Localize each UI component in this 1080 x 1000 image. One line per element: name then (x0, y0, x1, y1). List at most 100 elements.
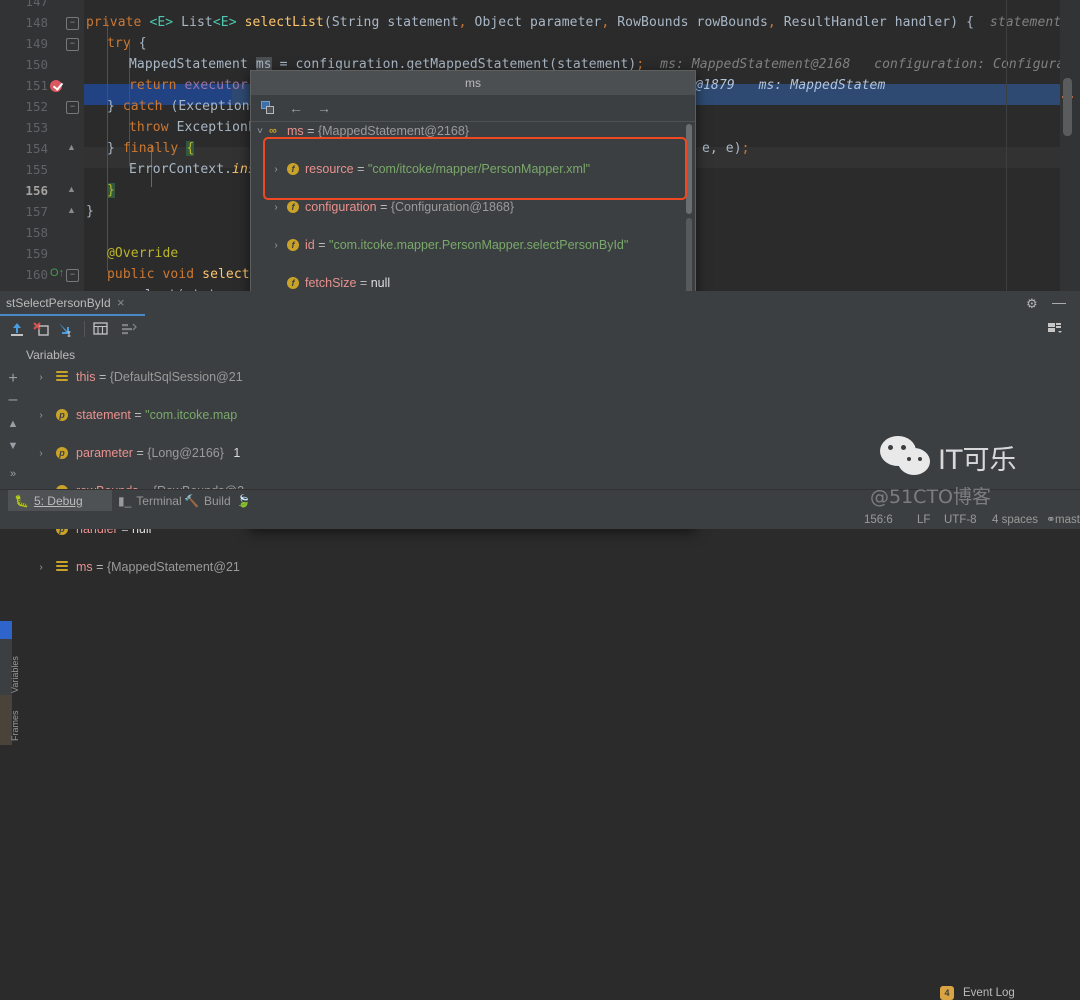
override-marker-icon[interactable]: O↑ (50, 268, 64, 279)
side-tab-frames[interactable]: Frames (0, 695, 20, 745)
editor-scrollbar-thumb[interactable] (1063, 78, 1072, 136)
variable-ref: {Long@2166} (147, 446, 224, 460)
chevron-down-icon[interactable]: ˅ (255, 122, 265, 141)
variable-value: "com.itcoke.mapper.PersonMapper.selectPe… (329, 238, 629, 252)
settings-gear-icon[interactable]: ⚙ (1026, 296, 1038, 312)
equals-sign: = (318, 238, 326, 252)
line-separator[interactable]: LF (917, 511, 930, 529)
code-line-159[interactable]: @Override (107, 243, 178, 264)
tool-tab-spring[interactable]: 🍃 (236, 490, 251, 512)
line-number: 160 (25, 267, 48, 282)
indent-setting[interactable]: 4 spaces (992, 511, 1038, 529)
toolbar-separator (84, 321, 85, 337)
back-arrow-icon[interactable]: ← (287, 100, 305, 116)
code-line-155[interactable]: ErrorContext.inst (129, 159, 264, 180)
tool-tab-build[interactable]: 🔨 Build (178, 490, 231, 512)
side-tab-active-marker[interactable] (0, 621, 12, 639)
popup-toolbar[interactable]: ← → (251, 95, 695, 122)
variable-name: id (305, 238, 315, 252)
tree-row[interactable]: › f configuration = {Configuration@1868} (251, 198, 695, 217)
event-log-button[interactable]: Event Log (963, 987, 1015, 999)
code-line-154-tail[interactable]: e, e); (702, 138, 750, 159)
caret-position[interactable]: 156:6 (864, 511, 893, 529)
hide-panel-icon[interactable]: — (1052, 294, 1066, 310)
step-out-icon[interactable] (8, 320, 26, 338)
variable-name: this (76, 370, 96, 384)
tool-window-bar[interactable]: 🐛 5: Debug ▮_ Terminal 🔨 Build 🍃 4 Event Lo… (0, 489, 1080, 1000)
tree-row[interactable]: › f resource = "com/itcoke/mapper/Person… (251, 160, 695, 179)
forward-arrow-icon[interactable]: → (315, 100, 333, 116)
fold-marker-icon[interactable]: − (66, 38, 79, 51)
fold-marker-icon[interactable]: ▲ (66, 185, 77, 196)
chevron-right-icon[interactable]: › (36, 368, 46, 387)
editor-scrollbar-gutter[interactable] (1060, 0, 1080, 291)
variable-name: fetchSize (305, 276, 357, 290)
chevron-right-icon[interactable]: › (271, 236, 281, 255)
tool-tab-terminal[interactable]: ▮_ Terminal (112, 490, 182, 512)
variable-row[interactable]: › p parameter = {Long@2166} 1 (26, 444, 1080, 463)
tree-vertical-scrollbar[interactable] (686, 124, 692, 214)
git-branch[interactable]: master (1055, 511, 1080, 529)
tool-tab-label: 5: Debug (33, 494, 83, 508)
add-watch-button[interactable]: + (5, 371, 21, 387)
force-step-into-icon[interactable] (32, 320, 50, 338)
move-up-button[interactable]: ▲ (5, 416, 21, 432)
chevron-right-icon[interactable]: › (36, 406, 46, 425)
event-log-badge[interactable]: 4 (940, 986, 954, 1000)
variable-row[interactable]: › ms = {MappedStatement@21 (26, 558, 1080, 577)
equals-sign: = (96, 560, 104, 574)
code-line-154[interactable]: } finally { (107, 138, 195, 159)
tool-tab-label: Build (203, 494, 231, 508)
equals-sign: = (98, 370, 107, 384)
debug-session-tab-row[interactable]: stSelectPersonById × ⚙ — (0, 291, 1080, 317)
tool-tab-debug[interactable]: 🐛 5: Debug (8, 490, 112, 512)
tree-row[interactable]: › f id = "com.itcoke.mapper.PersonMapper… (251, 236, 695, 255)
local-variable-icon (56, 561, 68, 573)
code-line-148[interactable]: private <E> List<E> selectList(String st… (86, 12, 1080, 33)
code-line-160[interactable]: public void select(St (107, 264, 274, 285)
line-number-current: 156 (25, 183, 48, 198)
step-into-icon[interactable] (56, 320, 74, 338)
file-encoding[interactable]: UTF-8 (944, 511, 977, 529)
variable-name: ms (76, 560, 93, 574)
breakpoint-icon[interactable] (50, 80, 62, 92)
fold-marker-icon[interactable]: − (66, 17, 79, 30)
chevron-right-icon[interactable]: › (36, 444, 46, 463)
side-tab-label: Frames (10, 710, 20, 741)
debug-stepping-toolbar[interactable] (0, 316, 1080, 343)
variable-row[interactable]: › this = {DefaultSqlSession@21 (26, 368, 1080, 387)
chevron-right-icon[interactable]: › (271, 160, 281, 179)
code-line-151[interactable]: return executor.q (129, 75, 264, 96)
variable-name: ms (287, 124, 304, 138)
code-line-152[interactable]: } catch (Exception (107, 96, 250, 117)
line-number: 147 (25, 0, 48, 9)
chevron-right-icon[interactable]: › (271, 198, 281, 217)
fold-marker-icon[interactable]: − (66, 101, 79, 114)
fold-marker-icon[interactable]: ▲ (66, 206, 77, 217)
variables-tree[interactable]: › this = {DefaultSqlSession@21 › p state… (26, 368, 1080, 574)
status-bar[interactable]: 156:6 LF UTF-8 4 spaces ⚭ master (0, 511, 1080, 529)
code-line-156[interactable]: } (107, 180, 115, 201)
show-frames-icon[interactable] (120, 320, 138, 338)
fold-marker-icon[interactable]: − (66, 269, 79, 282)
tree-row[interactable]: ˅ ∞ ms = {MappedStatement@2168} (251, 122, 695, 141)
code-line-153[interactable]: throw ExceptionFa (129, 117, 264, 138)
side-tab-variables[interactable]: Variables (0, 639, 20, 695)
code-line-157[interactable]: } (86, 201, 94, 222)
fold-marker-icon[interactable]: ▲ (66, 143, 77, 154)
watch-toolbar[interactable]: + – ▲ ▼ » (0, 368, 26, 505)
expand-more-button[interactable]: » (5, 466, 21, 482)
code-line-149[interactable]: try { (107, 33, 147, 54)
evaluate-expression-icon[interactable] (259, 100, 277, 116)
close-icon[interactable]: × (117, 295, 125, 310)
line-number: 153 (25, 120, 48, 135)
debug-side-tabs[interactable]: Variables Frames (0, 621, 20, 786)
evaluate-expression-icon[interactable] (92, 320, 110, 338)
chevron-right-icon[interactable]: › (36, 558, 46, 577)
remove-watch-button[interactable]: – (5, 392, 21, 408)
move-down-button[interactable]: ▼ (5, 438, 21, 454)
variable-row[interactable]: › p statement = "com.itcoke.map (26, 406, 1080, 425)
debug-session-tab[interactable]: stSelectPersonById (0, 291, 111, 316)
layout-settings-icon[interactable] (1046, 320, 1064, 338)
variable-value: "com.itcoke.map (145, 408, 238, 422)
